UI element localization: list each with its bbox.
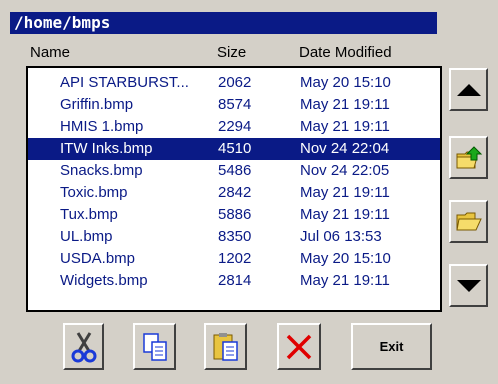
file-name: Griffin.bmp [60,96,134,113]
scissors-icon [71,331,96,362]
file-size: 8574 [218,96,252,113]
window-title: /home/bmps [10,12,437,34]
column-header-size[interactable]: Size [217,44,246,61]
file-size: 2814 [218,272,252,289]
file-date: Jul 06 13:53 [300,228,382,245]
file-name: HMIS 1.bmp [60,118,144,135]
file-name: Toxic.bmp [60,184,128,201]
file-name: Tux.bmp [60,206,118,223]
file-name: Snacks.bmp [60,162,143,179]
down-arrow-icon [456,279,481,292]
file-name: Widgets.bmp [60,272,148,289]
file-date: Nov 24 22:04 [300,140,390,157]
file-size: 8350 [218,228,252,245]
file-date: Nov 24 22:05 [300,162,390,179]
file-size: 5486 [218,162,252,179]
delete-button[interactable] [277,323,321,370]
file-name: API STARBURST... [60,74,189,91]
copy-icon [142,332,167,361]
file-size: 2842 [218,184,252,201]
file-list[interactable]: API STARBURST... 2062 May 20 15:10 Griff… [26,66,442,312]
file-size: 2062 [218,74,252,91]
file-row[interactable]: USDA.bmp 1202 May 20 15:10 [28,248,440,270]
file-date: May 20 15:10 [300,250,391,267]
file-date: May 21 19:11 [300,96,390,113]
exit-button[interactable]: Exit [351,323,432,370]
file-size: 5886 [218,206,252,223]
exit-button-label: Exit [379,339,404,354]
file-date: May 21 19:11 [300,184,390,201]
file-size: 4510 [218,140,252,157]
parent-folder-button[interactable] [449,136,488,179]
file-name: ITW Inks.bmp [60,140,153,157]
file-row[interactable]: Toxic.bmp 2842 May 21 19:11 [28,182,440,204]
file-row[interactable]: Tux.bmp 5886 May 21 19:11 [28,204,440,226]
folder-up-icon [456,145,482,168]
column-header-name[interactable]: Name [30,44,70,61]
open-folder-icon [455,212,482,230]
file-row[interactable]: HMIS 1.bmp 2294 May 21 19:11 [28,116,440,138]
file-date: May 21 19:11 [300,118,390,135]
file-row-selected[interactable]: ITW Inks.bmp 4510 Nov 24 22:04 [28,138,440,160]
paste-button[interactable] [204,323,247,370]
file-name: USDA.bmp [60,250,136,267]
open-folder-button[interactable] [449,200,488,243]
scroll-up-button[interactable] [449,68,488,111]
cut-button[interactable] [63,323,104,370]
file-row[interactable]: API STARBURST... 2062 May 20 15:10 [28,72,440,94]
delete-x-icon [286,334,312,359]
scroll-down-button[interactable] [449,264,488,307]
file-size: 1202 [218,250,252,267]
file-row[interactable]: Griffin.bmp 8574 May 21 19:11 [28,94,440,116]
file-name: UL.bmp [60,228,113,245]
file-date: May 21 19:11 [300,272,390,289]
copy-button[interactable] [133,323,176,370]
file-date: May 20 15:10 [300,74,391,91]
column-header-date[interactable]: Date Modified [299,44,392,61]
file-date: May 21 19:11 [300,206,390,223]
file-row[interactable]: Widgets.bmp 2814 May 21 19:11 [28,270,440,292]
paste-icon [213,332,238,361]
file-size: 2294 [218,118,252,135]
file-row[interactable]: UL.bmp 8350 Jul 06 13:53 [28,226,440,248]
file-row[interactable]: Snacks.bmp 5486 Nov 24 22:05 [28,160,440,182]
up-arrow-icon [456,83,481,96]
